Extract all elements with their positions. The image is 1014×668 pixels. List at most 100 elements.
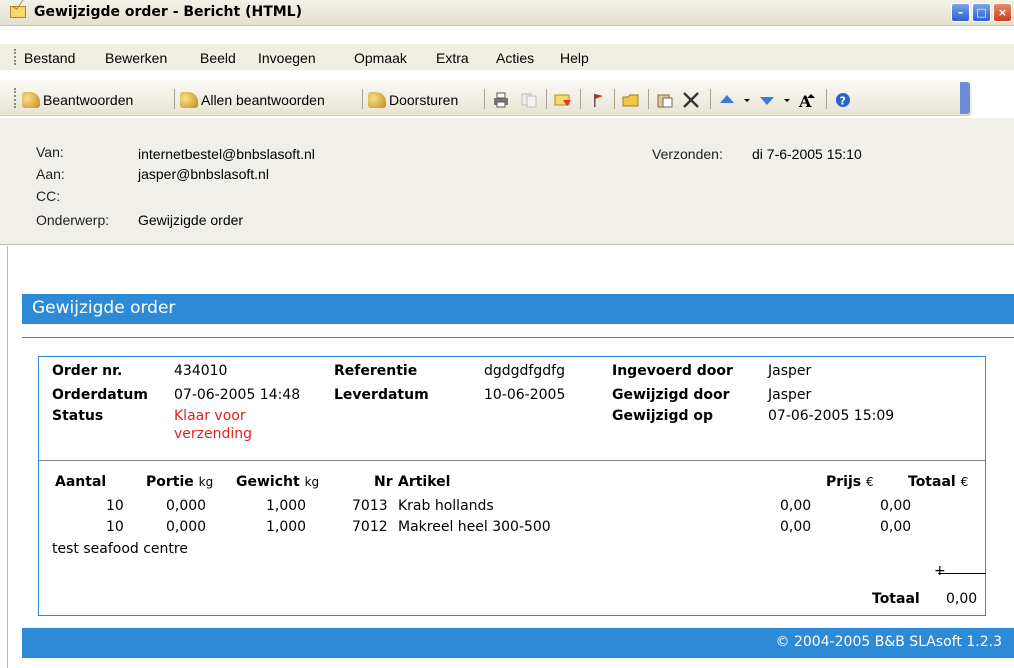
menu-grip[interactable] bbox=[14, 49, 16, 65]
from-label: Van: bbox=[36, 144, 64, 160]
toolbar: Beantwoorden Allen beantwoorden Doorstur… bbox=[0, 80, 972, 116]
toolbar-separator bbox=[826, 89, 827, 109]
menu-bestand[interactable]: Bestand bbox=[24, 50, 75, 66]
help-button[interactable]: ? bbox=[834, 89, 855, 111]
toolbar-separator bbox=[580, 89, 581, 109]
forward-button[interactable]: Doorsturen bbox=[368, 89, 458, 111]
help-icon: ? bbox=[836, 93, 850, 108]
orderdatum-label: Orderdatum bbox=[52, 387, 148, 403]
gewijzigd-op-value: 07-06-2005 15:09 bbox=[768, 408, 895, 424]
window-controls: – □ × bbox=[951, 3, 1012, 22]
toolbar-separator bbox=[710, 89, 711, 109]
toolbar-overflow-button[interactable] bbox=[960, 82, 970, 114]
subject-value: Gewijzigde order bbox=[138, 212, 244, 228]
row1-aantal: 10 bbox=[106, 498, 124, 514]
toolbar-separator bbox=[362, 89, 363, 109]
order-note: test seafood centre bbox=[52, 541, 188, 557]
envelope-icon bbox=[10, 6, 26, 18]
svg-text:?: ? bbox=[840, 95, 846, 108]
col-nr: Nr bbox=[374, 474, 393, 490]
leverdatum-value: 10-06-2005 bbox=[484, 387, 566, 403]
menu-acties[interactable]: Acties bbox=[496, 50, 534, 66]
forward-label: Doorsturen bbox=[389, 92, 459, 108]
copy-icon bbox=[521, 93, 537, 108]
arrow-up-icon bbox=[720, 95, 734, 103]
sum-mark: + bbox=[934, 563, 946, 579]
open-folder-icon bbox=[622, 94, 639, 107]
previous-dropdown[interactable] bbox=[742, 89, 755, 111]
reply-button[interactable]: Beantwoorden bbox=[22, 89, 133, 111]
mail-move-icon bbox=[554, 94, 571, 106]
gewijzigd-door-value: Jasper bbox=[768, 387, 812, 403]
gewijzigd-op-label: Gewijzigd op bbox=[612, 408, 714, 424]
print-button[interactable] bbox=[492, 89, 513, 111]
to-value[interactable]: jasper@bnbslasoft.nl bbox=[138, 166, 269, 182]
section-divider bbox=[39, 460, 985, 461]
row2-nr: 7012 bbox=[352, 519, 388, 535]
delete-button[interactable] bbox=[682, 89, 703, 111]
row1-gewicht: 1,000 bbox=[266, 498, 307, 514]
copyright-text: © 2004-2005 B&B SLAsoft 1.2.3 bbox=[775, 634, 1002, 650]
cc-label: CC: bbox=[36, 188, 61, 204]
reply-icon bbox=[22, 92, 40, 108]
toolbar-separator bbox=[546, 89, 547, 109]
referentie-label: Referentie bbox=[334, 363, 418, 379]
reply-label: Beantwoorden bbox=[43, 92, 134, 108]
body-left-border bbox=[0, 246, 8, 668]
status-value-line1: Klaar voor bbox=[174, 408, 246, 424]
col-gewicht: Gewicht kg bbox=[236, 474, 320, 490]
menu-bewerken[interactable]: Bewerken bbox=[105, 50, 167, 66]
menu-opmaak[interactable]: Opmaak bbox=[354, 50, 407, 66]
reply-all-label: Allen beantwoorden bbox=[201, 92, 325, 108]
move-to-folder-button[interactable] bbox=[554, 89, 575, 111]
row2-totaal: 0,00 bbox=[880, 519, 912, 535]
clipboard-icon bbox=[657, 94, 673, 108]
window-title-bar: Gewijzigde order - Bericht (HTML) – □ × bbox=[0, 0, 1014, 26]
from-value[interactable]: internetbestel@bnbslasoft.nl bbox=[138, 146, 315, 162]
delete-x-icon bbox=[683, 92, 699, 108]
menu-invoegen[interactable]: Invoegen bbox=[258, 50, 316, 66]
forward-icon bbox=[368, 92, 386, 108]
font-size-button[interactable]: A bbox=[798, 89, 819, 111]
order-banner: Gewijzigde order bbox=[22, 294, 1014, 324]
ingevoerd-value: Jasper bbox=[768, 363, 812, 379]
move-button[interactable] bbox=[656, 89, 677, 111]
row1-nr: 7013 bbox=[352, 498, 388, 514]
toolbar-grip[interactable] bbox=[14, 88, 16, 108]
menu-extra[interactable]: Extra bbox=[436, 50, 469, 66]
referentie-value: dgdgdfgdfg bbox=[484, 363, 565, 379]
font-size-icon: A bbox=[798, 92, 815, 108]
next-dropdown[interactable] bbox=[782, 89, 795, 111]
reply-all-icon bbox=[180, 92, 198, 108]
col-aantal: Aantal bbox=[55, 474, 107, 490]
close-button[interactable]: × bbox=[993, 3, 1012, 22]
ingevoerd-label: Ingevoerd door bbox=[612, 363, 733, 379]
reply-all-button[interactable]: Allen beantwoorden bbox=[180, 89, 325, 111]
order-nr-label: Order nr. bbox=[52, 363, 123, 379]
gewijzigd-door-label: Gewijzigd door bbox=[612, 387, 730, 403]
previous-item-button[interactable] bbox=[718, 89, 739, 111]
maximize-button[interactable]: □ bbox=[972, 3, 991, 22]
row2-artikel: Makreel heel 300-500 bbox=[398, 519, 551, 535]
next-item-button[interactable] bbox=[758, 89, 779, 111]
toolbar-separator bbox=[174, 89, 175, 109]
orderdatum-value: 07-06-2005 14:48 bbox=[174, 387, 301, 403]
total-label: Totaal bbox=[872, 591, 920, 607]
menu-help[interactable]: Help bbox=[560, 50, 589, 66]
svg-text:A: A bbox=[798, 92, 812, 108]
arrow-down-icon bbox=[760, 97, 774, 105]
row2-aantal: 10 bbox=[106, 519, 124, 535]
printer-icon bbox=[494, 92, 508, 108]
chevron-down-icon bbox=[744, 99, 750, 102]
chevron-down-icon bbox=[784, 99, 790, 102]
minimize-button[interactable]: – bbox=[951, 3, 970, 22]
follow-up-flag-button[interactable] bbox=[588, 89, 609, 111]
menu-beeld[interactable]: Beeld bbox=[200, 50, 236, 66]
col-prijs: Prijs € bbox=[826, 474, 874, 490]
row1-artikel: Krab hollands bbox=[398, 498, 494, 514]
copy-button[interactable] bbox=[520, 89, 541, 111]
message-header: Van: internetbestel@bnbslasoft.nl Aan: j… bbox=[0, 118, 1014, 245]
toolbar-separator bbox=[648, 89, 649, 109]
banner-rule bbox=[22, 337, 1014, 338]
folder-button[interactable] bbox=[622, 89, 643, 111]
